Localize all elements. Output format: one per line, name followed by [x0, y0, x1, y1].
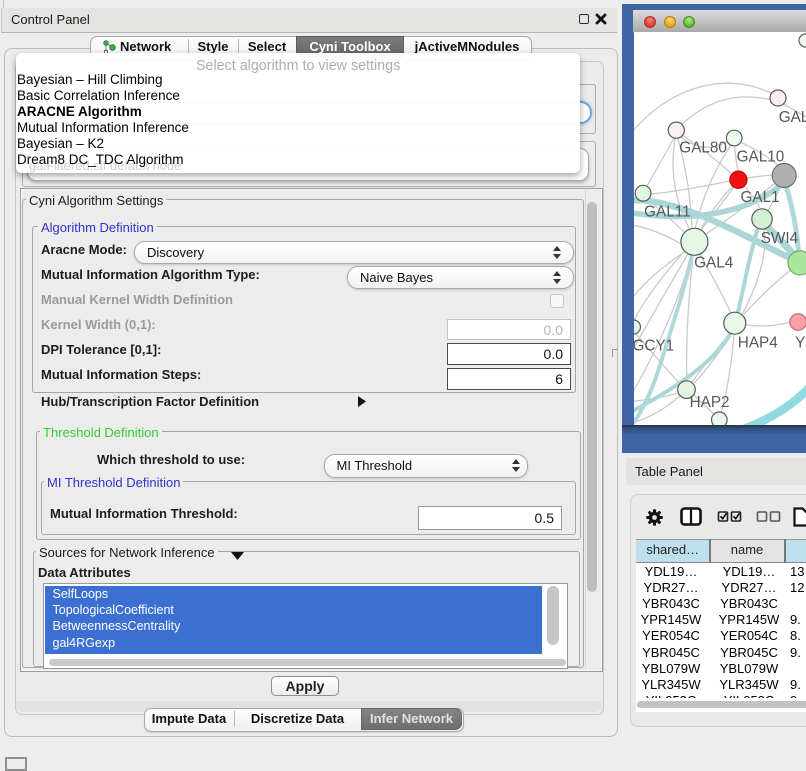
svg-text:HAP4: HAP4: [738, 334, 778, 351]
svg-text:GAL2: GAL2: [779, 109, 806, 126]
svg-text:GAL11: GAL11: [644, 204, 691, 221]
svg-text:GAL10: GAL10: [737, 148, 785, 165]
svg-text:YM: YM: [795, 334, 806, 351]
svg-text:GCY1: GCY1: [634, 338, 674, 355]
svg-text:HAP2: HAP2: [690, 394, 730, 411]
svg-text:GAL4: GAL4: [694, 254, 734, 271]
svg-text:GAL80: GAL80: [679, 140, 727, 157]
svg-text:SWI4: SWI4: [761, 230, 799, 247]
svg-text:GAL1: GAL1: [741, 189, 780, 206]
